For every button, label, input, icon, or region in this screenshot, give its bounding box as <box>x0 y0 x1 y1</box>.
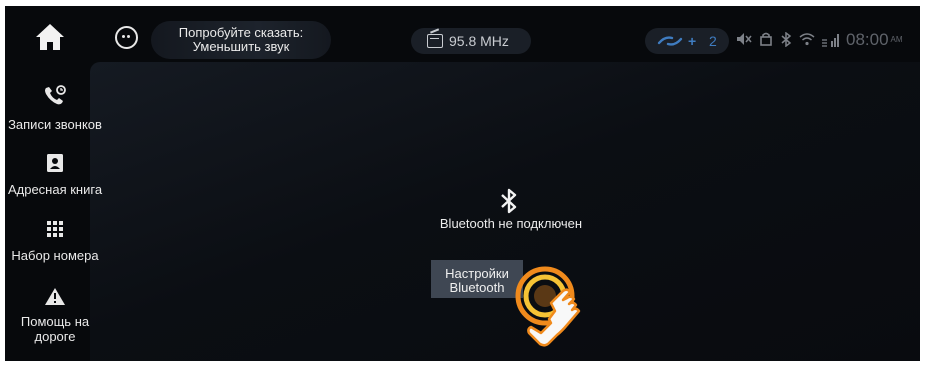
bluetooth-icon <box>781 32 792 47</box>
voice-assistant-icon <box>122 35 125 38</box>
home-button[interactable] <box>33 21 67 53</box>
radio-widget[interactable]: 95.8 MHz <box>411 28 531 54</box>
roadside-assistance-icon <box>45 288 65 305</box>
sidebar-item-contacts[interactable]: Адресная книга <box>5 152 105 197</box>
mute-icon <box>737 33 752 45</box>
voice-hint-line2: Уменьшить звук <box>192 39 290 54</box>
voice-assistant-button[interactable] <box>115 26 138 49</box>
phone-link-icon <box>657 36 683 46</box>
sidebar-item-label: Записи звонков <box>8 117 102 132</box>
voice-hint-line1: Попробуйте сказать: <box>178 25 304 40</box>
voice-hint: Попробуйте сказать: Уменьшить звук <box>151 21 331 59</box>
sidebar-item-roadside-assistance[interactable]: Помощь на дороге <box>5 286 105 344</box>
clock-ampm: AM <box>890 35 903 44</box>
sidebar-item-dialpad[interactable]: Набор номера <box>5 218 105 263</box>
sidebar-item-label-line2: дороге <box>34 329 76 344</box>
bluetooth-status-text: Bluetooth не подключен <box>439 216 583 231</box>
radio-frequency: 95.8 MHz <box>449 33 509 49</box>
contacts-icon <box>47 154 63 172</box>
signal-icon <box>822 34 839 47</box>
status-bar: Попробуйте сказать: Уменьшить звук 95.8 … <box>5 6 920 62</box>
voice-assistant-icon-eye <box>127 35 130 38</box>
phone-link-widget[interactable]: + 2 <box>645 28 729 54</box>
radio-icon <box>427 34 443 48</box>
sidebar-item-label: Набор номера <box>11 248 99 263</box>
phone-sidebar: Записи звонков Адресная книга Набор номе… <box>5 72 105 361</box>
clock-time: 08:00 <box>846 30 889 49</box>
bluetooth-icon <box>501 188 517 214</box>
sidebar-item-label-line1: Помощь на <box>20 314 90 329</box>
home-icon <box>36 24 64 50</box>
plus-icon: + <box>688 33 697 49</box>
sidebar-item-label: Адресная книга <box>7 182 103 197</box>
call-log-icon <box>45 85 66 105</box>
sidebar-item-call-log[interactable]: Записи звонков <box>5 84 105 132</box>
wifi-icon <box>799 33 815 46</box>
clock: 08:00 AM <box>846 30 903 50</box>
phone-link-count: 2 <box>709 33 717 49</box>
tap-hand-icon <box>515 266 581 347</box>
lock-icon <box>760 32 772 46</box>
dialpad-icon <box>47 221 63 237</box>
head-unit-screen: Попробуйте сказать: Уменьшить звук 95.8 … <box>5 6 920 361</box>
